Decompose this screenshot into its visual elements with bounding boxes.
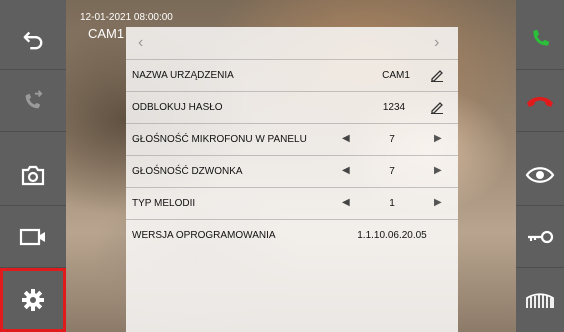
setting-value: 1234 — [382, 102, 406, 113]
datetime-label: 12-01-2021 08:00:00 — [80, 12, 173, 23]
back-button[interactable] — [0, 8, 66, 70]
setting-value: CAM1 — [382, 70, 410, 81]
setting-row-mic-volume[interactable]: GŁOŚNOŚĆ MIKROFONU W PANELU ◀ 7 ▶ — [126, 123, 458, 155]
setting-label: ODBLOKUJ HASŁO — [132, 102, 223, 113]
setting-row-melody-type[interactable]: TYP MELODII ◀ 1 ▶ — [126, 187, 458, 219]
increase-arrow-icon[interactable]: ▶ — [434, 133, 442, 144]
increase-arrow-icon[interactable]: ▶ — [434, 197, 442, 208]
decrease-arrow-icon[interactable]: ◀ — [342, 165, 350, 176]
record-button[interactable] — [0, 206, 66, 268]
call-transfer-icon — [25, 89, 43, 108]
setting-row-firmware-version: WERSJA OPROGRAMOWANIA 1.1.10.06.20.05 — [126, 219, 458, 251]
increase-arrow-icon[interactable]: ▶ — [434, 165, 442, 176]
setting-label: WERSJA OPROGRAMOWANIA — [132, 230, 276, 241]
camera-name-label: CAM1 — [88, 26, 125, 41]
sidebar-left — [0, 0, 66, 332]
decrease-arrow-icon[interactable]: ◀ — [342, 197, 350, 208]
setting-value: 7 — [389, 166, 395, 177]
camera-snapshot-icon — [21, 165, 45, 185]
monitor-button[interactable] — [516, 144, 564, 206]
setting-value: 1.1.10.06.20.05 — [357, 230, 427, 241]
edit-pencil-icon[interactable] — [430, 100, 444, 114]
setting-label: GŁOŚNOŚĆ DZWONKA — [132, 166, 243, 177]
unlock-button[interactable] — [516, 206, 564, 268]
sidebar-right — [516, 0, 564, 332]
hang-up-button[interactable] — [516, 70, 564, 132]
monitor-eye-icon — [525, 166, 555, 183]
setting-row-ring-volume[interactable]: GŁOŚNOŚĆ DZWONKA ◀ 7 ▶ — [126, 155, 458, 187]
answer-call-button[interactable] — [516, 8, 564, 70]
answer-call-icon — [533, 29, 550, 45]
next-page-icon[interactable]: › — [434, 34, 439, 52]
setting-label: TYP MELODII — [132, 198, 196, 209]
setting-row-device-name[interactable]: NAZWA URZĄDZENIA CAM1 — [126, 59, 458, 91]
previous-page-icon[interactable]: ‹ — [138, 34, 143, 52]
snapshot-button[interactable] — [0, 144, 66, 206]
gate-icon — [526, 293, 554, 308]
setting-row-unlock-password[interactable]: ODBLOKUJ HASŁO 1234 — [126, 91, 458, 123]
setting-label: GŁOŚNOŚĆ MIKROFONU W PANELU — [132, 134, 307, 145]
video-record-icon — [19, 228, 45, 245]
decrease-arrow-icon[interactable]: ◀ — [342, 133, 350, 144]
settings-panel: ‹ › NAZWA URZĄDZENIA CAM1 ODBLOKUJ HASŁO… — [126, 27, 458, 332]
back-icon — [23, 31, 43, 49]
settings-gear-icon — [22, 288, 44, 311]
call-transfer-button[interactable] — [0, 70, 66, 132]
edit-pencil-icon[interactable] — [430, 68, 444, 82]
settings-button[interactable] — [0, 268, 66, 332]
panel-navigation: ‹ › — [126, 27, 458, 59]
setting-value: 7 — [389, 134, 395, 145]
setting-label: NAZWA URZĄDZENIA — [132, 70, 234, 81]
hang-up-icon — [527, 96, 553, 107]
unlock-key-icon — [528, 230, 554, 243]
gate-button[interactable] — [516, 268, 564, 332]
setting-value: 1 — [389, 198, 395, 209]
